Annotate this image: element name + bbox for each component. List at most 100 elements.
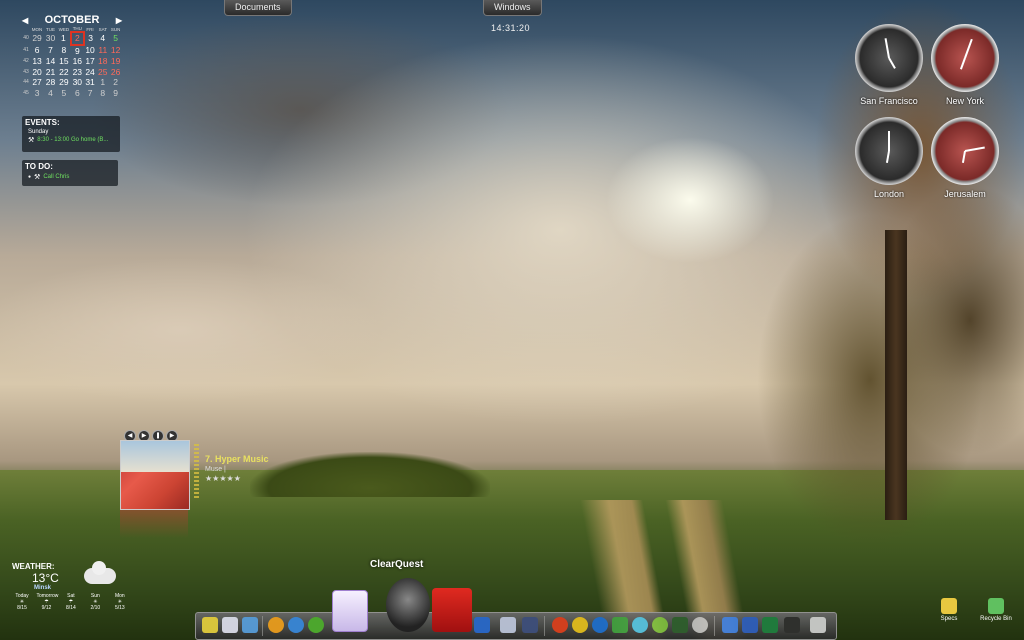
chat-icon[interactable]: [652, 617, 668, 633]
calendar-day[interactable]: 6: [71, 88, 84, 99]
clock-label-london: London: [873, 189, 905, 199]
clock-label-san-francisco: San Francisco: [860, 96, 918, 106]
forecast-day: Today ✳ 8/15: [12, 593, 32, 611]
recycle-bin-icon: [988, 598, 1004, 614]
clock-new-york: [931, 24, 999, 92]
calendar-day[interactable]: 17: [84, 56, 97, 67]
calendar-day[interactable]: 14: [44, 56, 57, 67]
skype-icon[interactable]: [632, 617, 648, 633]
notes-icon[interactable]: [202, 617, 218, 633]
calendar-day[interactable]: 9: [71, 45, 84, 57]
weekday-label: WED: [58, 26, 70, 32]
calendar-day[interactable]: 26: [109, 67, 122, 78]
network-icon[interactable]: [474, 617, 490, 633]
weekday-label: TUE: [45, 26, 55, 32]
presentation-icon[interactable]: [500, 617, 516, 633]
calendar-day[interactable]: 5: [109, 32, 122, 45]
calendar-day[interactable]: 13: [30, 56, 44, 67]
events-panel: EVENTS: Sunday ⚒ 8:30 - 13:00 Go home (B…: [22, 116, 120, 152]
calendar-prev-button[interactable]: ◀: [22, 16, 28, 25]
dock-separator: [714, 616, 715, 636]
calendar-day[interactable]: 24: [84, 67, 97, 78]
save-icon[interactable]: [522, 617, 538, 633]
calendar-day[interactable]: 23: [71, 67, 84, 78]
calendar-day[interactable]: 18: [96, 56, 109, 67]
clearquest-icon[interactable]: [386, 578, 430, 632]
calendar-day[interactable]: 25: [96, 67, 109, 78]
clock-hand: [964, 146, 985, 152]
calendar-day[interactable]: 30: [71, 77, 84, 88]
todo-item[interactable]: Call Chris: [43, 174, 69, 180]
calendar-day[interactable]: 10: [84, 45, 97, 57]
clock-hand: [964, 38, 973, 59]
media-icon[interactable]: [762, 617, 778, 633]
dropbox-icon[interactable]: [742, 617, 758, 633]
calendar-day[interactable]: 6: [30, 45, 44, 57]
calendar-day-today[interactable]: 2: [69, 31, 85, 46]
recycle-bin-desktop-icon[interactable]: Recycle Bin: [976, 598, 1016, 622]
onenote-icon[interactable]: [332, 590, 368, 632]
app-icon[interactable]: [308, 617, 324, 633]
calendar-day[interactable]: 3: [30, 88, 44, 99]
album-art[interactable]: [120, 440, 190, 510]
terminal-icon[interactable]: [784, 617, 800, 633]
calendar-day[interactable]: 31: [84, 77, 97, 88]
clock-hand: [961, 150, 966, 163]
calendar-next-button[interactable]: ▶: [116, 16, 122, 25]
documents-tab[interactable]: Documents: [224, 0, 292, 16]
calendar-day[interactable]: 8: [57, 45, 71, 57]
bottle-icon[interactable]: [722, 617, 738, 633]
calendar-day[interactable]: 7: [84, 88, 97, 99]
dock-hover-label: ClearQuest: [370, 559, 424, 570]
weather-city: Minsk: [34, 585, 52, 591]
forecast-temps: 8/14: [66, 605, 76, 611]
calendar-day[interactable]: 4: [44, 88, 57, 99]
app-icon[interactable]: [268, 617, 284, 633]
clock-hand: [959, 57, 966, 70]
calendar-day[interactable]: 16: [71, 56, 84, 67]
calendar-day[interactable]: 22: [57, 67, 71, 78]
calendar-day[interactable]: 11: [96, 45, 109, 57]
disc-icon[interactable]: [692, 617, 708, 633]
pictures-icon[interactable]: [242, 617, 258, 633]
clock-london: [855, 117, 923, 185]
calendar-day[interactable]: 30: [44, 32, 57, 45]
track-rating[interactable]: ★★★★★: [205, 474, 355, 483]
calendar-day[interactable]: 19: [109, 56, 122, 67]
dock-separator: [544, 616, 545, 636]
bird-icon[interactable]: [672, 617, 688, 633]
browser-icon[interactable]: [552, 617, 568, 633]
calendar-day[interactable]: 12: [109, 45, 122, 57]
chrome-icon[interactable]: [572, 617, 588, 633]
clock-jerusalem: [931, 117, 999, 185]
adobe-reader-icon[interactable]: [432, 588, 472, 632]
calendar-day[interactable]: 5: [57, 88, 71, 99]
calendar-day[interactable]: 28: [44, 77, 57, 88]
calendar-day[interactable]: 27: [30, 77, 44, 88]
specs-desktop-icon[interactable]: Specs: [929, 598, 969, 622]
calendar-day[interactable]: 29: [57, 77, 71, 88]
calendar-day[interactable]: 20: [30, 67, 44, 78]
app-icon[interactable]: [288, 617, 304, 633]
calendar-day[interactable]: 2: [109, 77, 122, 88]
calendar-day[interactable]: 8: [96, 88, 109, 99]
calendar-day[interactable]: 29: [30, 32, 44, 45]
messenger-icon[interactable]: [612, 617, 628, 633]
calendar-day[interactable]: 9: [109, 88, 122, 99]
calendar-day[interactable]: 1: [57, 32, 71, 45]
calendar-day[interactable]: 3: [84, 32, 97, 45]
calendar-day[interactable]: 4: [96, 32, 109, 45]
calendar-day[interactable]: 1: [96, 77, 109, 88]
bullet-icon: ●: [28, 174, 32, 180]
calendar-day[interactable]: 15: [57, 56, 71, 67]
windows-tab[interactable]: Windows: [483, 0, 542, 16]
calendar-day[interactable]: 21: [44, 67, 57, 78]
trash-icon[interactable]: [810, 617, 826, 633]
forecast-temps: 9/12: [41, 605, 52, 611]
documents-icon[interactable]: [222, 617, 238, 633]
internet-explorer-icon[interactable]: [592, 617, 608, 633]
wallpaper-tree-trunk: [885, 230, 907, 520]
calendar-day[interactable]: 7: [44, 45, 57, 57]
forecast-temps: 2/10: [90, 605, 101, 611]
event-item[interactable]: 8:30 - 13:00 Go home (B...: [37, 137, 108, 143]
